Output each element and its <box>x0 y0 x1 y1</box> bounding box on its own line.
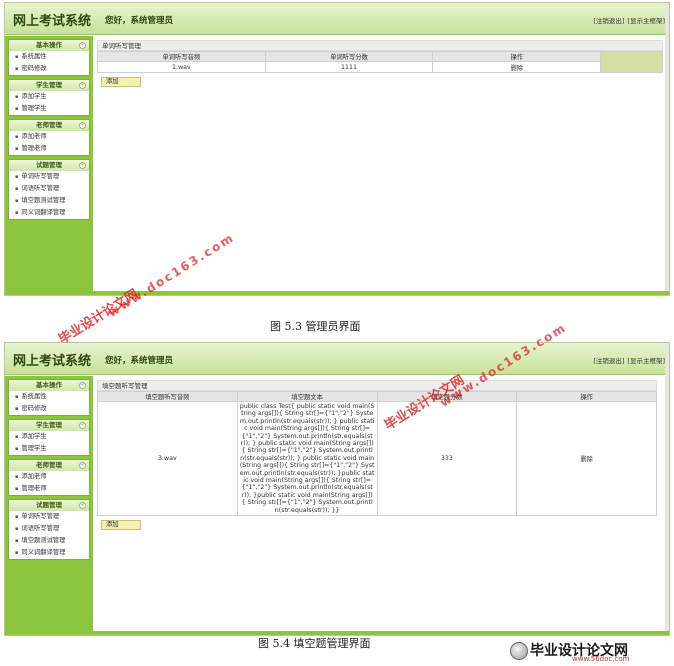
add-button[interactable]: 添加 <box>101 520 141 531</box>
site-logo: 毕业设计论文网 www.56doc.com <box>510 640 670 664</box>
menu-item-change-password[interactable]: 密码修改 <box>9 403 89 415</box>
top-banner: 网上考试系统 您好，系统管理员 [注销退出] [显示主框架] <box>5 343 669 375</box>
logo-emblem-icon <box>510 642 528 660</box>
collapse-icon[interactable]: « <box>79 422 86 429</box>
menu-item-system-properties[interactable]: 系统属性 <box>9 391 89 403</box>
menu-section-basic: 基本操作« 系统属性 密码修改 <box>8 39 90 76</box>
menu-header-basic[interactable]: 基本操作 « <box>9 40 89 51</box>
app-title: 网上考试系统 <box>13 354 92 369</box>
menu-item-change-password[interactable]: 密码修改 <box>9 63 89 75</box>
collapse-icon[interactable]: « <box>79 462 86 469</box>
word-dictation-table: 单词听写音频 单词听写分数 操作 1.wav 1111 删除 <box>97 51 663 73</box>
column-header-audio: 单词听写音频 <box>97 51 266 62</box>
column-header-action: 操作 <box>516 391 657 402</box>
menu-item-manage-students[interactable]: 管理学生 <box>9 103 89 115</box>
menu-item-synonym-translation[interactable]: 同义词翻译管理 <box>9 547 89 559</box>
delete-link[interactable]: 删除 <box>432 61 602 73</box>
cell-score: 1111 <box>264 61 434 73</box>
screenshot-fill-blank-interface: 网上考试系统 您好，系统管理员 [注销退出][显示主框架] 基本操作« 系统属性… <box>4 342 670 636</box>
column-header-score: 单词听写分数 <box>264 51 434 62</box>
delete-link[interactable]: 删除 <box>516 400 657 517</box>
menu-header-students[interactable]: 学生管理 « <box>9 420 89 431</box>
menu-header-teachers[interactable]: 老师管理 « <box>9 120 89 131</box>
panel-title: 单词听写管理 <box>97 40 663 51</box>
greeting-text: 您好，系统管理员 <box>105 16 174 26</box>
menu-item-manage-teachers[interactable]: 管理老师 <box>9 143 89 155</box>
show-main-frame-link[interactable]: [显示主框架] <box>627 357 665 365</box>
menu-section-questions: 试题管理« 单词听写管理 词语听写管理 填空题测试管理 同义词翻译管理 <box>8 499 90 560</box>
column-header-action: 操作 <box>432 51 602 62</box>
greeting-text: 您好，系统管理员 <box>105 356 174 366</box>
main-content: 单词听写管理 单词听写音频 单词听写分数 操作 1.wav 1111 删除 添加 <box>97 40 665 291</box>
top-banner: 网上考试系统 您好，系统管理员 [注销退出] [显示主框架] <box>5 3 669 35</box>
menu-section-teachers: 老师管理« 添加老师 管理老师 <box>8 459 90 496</box>
collapse-icon[interactable]: « <box>79 382 86 389</box>
collapse-icon[interactable]: « <box>79 502 86 509</box>
sidebar: 基本操作« 系统属性 密码修改 学生管理« 添加学生 管理学生 老师管理« 添加… <box>5 376 93 635</box>
menu-item-phrase-dictation[interactable]: 词语听写管理 <box>9 523 89 535</box>
add-button[interactable]: 添加 <box>101 77 141 87</box>
show-main-frame-link[interactable]: [显示主框架] <box>627 17 665 25</box>
collapse-icon[interactable]: « <box>79 82 86 89</box>
menu-item-add-teacher[interactable]: 添加老师 <box>9 471 89 483</box>
menu-item-word-dictation[interactable]: 单词听写管理 <box>9 511 89 523</box>
cell-text: public class Test{ public static void ma… <box>236 400 378 517</box>
top-links: [注销退出] [显示主框架] <box>590 15 665 25</box>
collapse-icon[interactable]: « <box>79 42 86 49</box>
table-row: 1.wav 1111 删除 <box>97 61 663 73</box>
menu-item-add-student[interactable]: 添加学生 <box>9 431 89 443</box>
scrollbar[interactable] <box>665 3 669 295</box>
menu-section-students: 学生管理« 添加学生 管理学生 <box>8 419 90 456</box>
highlight-cell <box>600 51 663 73</box>
sidebar: 基本操作« 系统属性 密码修改 学生管理« 添加学生 管理学生 老师管理« 添加… <box>5 36 93 295</box>
collapse-icon[interactable]: « <box>79 162 86 169</box>
menu-item-word-dictation[interactable]: 单词听写管理 <box>9 171 89 183</box>
app-title: 网上考试系统 <box>13 14 92 29</box>
menu-item-manage-students[interactable]: 管理学生 <box>9 443 89 455</box>
menu-item-add-teacher[interactable]: 添加老师 <box>9 131 89 143</box>
logo-site: www.56doc.com <box>572 655 630 663</box>
cell-audio: 3.wav <box>97 400 238 517</box>
menu-item-fill-blank[interactable]: 填空题测试管理 <box>9 535 89 547</box>
logout-link[interactable]: [注销退出] <box>593 17 624 25</box>
menu-item-synonym-translation[interactable]: 同义词翻译管理 <box>9 207 89 219</box>
column-header-audio: 填空题听写音频 <box>97 391 238 402</box>
menu-section-teachers: 老师管理« 添加老师 管理老师 <box>8 119 90 156</box>
menu-section-questions: 试题管理« 单词听写管理 词语听写管理 填空题测试管理 同义词翻译管理 <box>8 159 90 220</box>
menu-section-basic: 基本操作« 系统属性 密码修改 <box>8 379 90 416</box>
collapse-icon[interactable]: « <box>79 122 86 129</box>
cell-audio: 1.wav <box>97 61 266 73</box>
panel-title: 填空题听写管理 <box>97 380 657 391</box>
fill-blank-table: 填空题听写音频 填空题文本 填空题分数 操作 3.wav public clas… <box>97 391 657 517</box>
table-row: 3.wav public class Test{ public static v… <box>97 400 657 517</box>
menu-header-students[interactable]: 学生管理 « <box>9 80 89 91</box>
menu-header-teachers[interactable]: 老师管理 « <box>9 460 89 471</box>
figure-caption-1: 图 5.3 管理员界面 <box>270 320 361 333</box>
top-links: [注销退出] [显示主框架] <box>590 355 665 365</box>
column-header-text: 填空题文本 <box>236 391 378 402</box>
menu-item-manage-teachers[interactable]: 管理老师 <box>9 483 89 495</box>
menu-item-fill-blank[interactable]: 填空题测试管理 <box>9 195 89 207</box>
scrollbar[interactable] <box>665 343 669 635</box>
menu-section-students: 学生管理« 添加学生 管理学生 <box>8 79 90 116</box>
menu-item-add-student[interactable]: 添加学生 <box>9 91 89 103</box>
menu-item-system-properties[interactable]: 系统属性 <box>9 51 89 63</box>
screenshot-admin-interface: 网上考试系统 您好，系统管理员 [注销退出][显示主框架] 基本操作« 系统属性… <box>4 2 670 296</box>
menu-item-phrase-dictation[interactable]: 词语听写管理 <box>9 183 89 195</box>
menu-header-questions[interactable]: 试题管理 « <box>9 160 89 171</box>
menu-header-basic[interactable]: 基本操作 « <box>9 380 89 391</box>
bottom-strip <box>93 291 669 295</box>
figure-caption-2: 图 5.4 填空题管理界面 <box>258 637 371 650</box>
menu-header-questions[interactable]: 试题管理 « <box>9 500 89 511</box>
logout-link[interactable]: [注销退出] <box>593 357 624 365</box>
bottom-strip <box>93 631 669 635</box>
